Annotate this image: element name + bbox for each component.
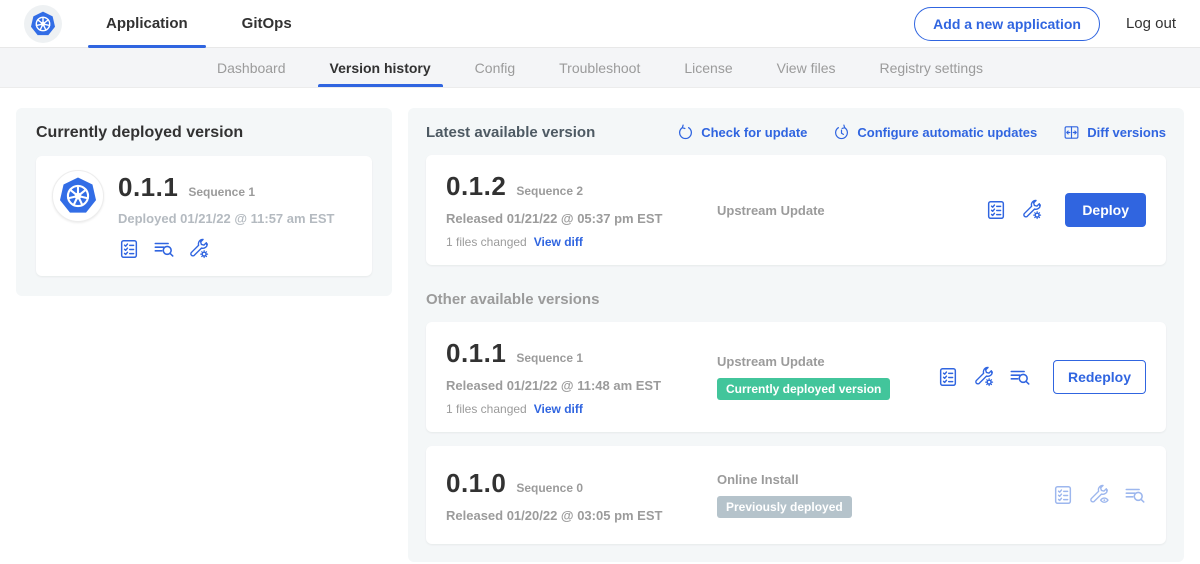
kubernetes-icon <box>29 10 57 38</box>
tab-gitops[interactable]: GitOps <box>236 0 298 47</box>
files-changed-label: 1 files changed <box>446 235 527 249</box>
preflight-checks-icon[interactable] <box>937 366 959 388</box>
main-content: Currently deployed version 0.1.1 Sequenc… <box>0 88 1200 564</box>
version-history-panel: Latest available version Check for updat… <box>408 108 1184 562</box>
view-config-icon[interactable] <box>1088 484 1110 506</box>
tab-application-label: Application <box>106 15 188 32</box>
files-changed-label: 1 files changed <box>446 402 527 416</box>
subnav-troubleshoot[interactable]: Troubleshoot <box>537 48 662 87</box>
sequence-label: Sequence 2 <box>516 184 583 198</box>
app-logo <box>24 5 62 43</box>
deployed-version-number: 0.1.1 <box>118 172 178 203</box>
currently-deployed-card: Currently deployed version 0.1.1 Sequenc… <box>16 108 392 296</box>
release-notes-icon[interactable] <box>153 238 175 260</box>
add-application-button[interactable]: Add a new application <box>914 7 1100 41</box>
kubernetes-icon <box>57 175 99 217</box>
subnav-dashboard[interactable]: Dashboard <box>195 48 308 87</box>
diff-icon <box>1063 124 1080 141</box>
deployed-timestamp: Deployed 01/21/22 @ 11:57 am EST <box>118 211 334 226</box>
deployed-app-logo <box>52 170 104 222</box>
top-header: Application GitOps Add a new application… <box>0 0 1200 48</box>
edit-config-icon[interactable] <box>973 366 995 388</box>
configure-automatic-updates-link[interactable]: Configure automatic updates <box>833 124 1037 141</box>
version-source-label: Online Install <box>717 472 1052 487</box>
header-tabs: Application GitOps <box>100 0 340 47</box>
diff-versions-link[interactable]: Diff versions <box>1063 124 1166 141</box>
redeploy-button[interactable]: Redeploy <box>1053 360 1146 394</box>
preflight-checks-icon[interactable] <box>118 238 140 260</box>
logout-button[interactable]: Log out <box>1126 15 1176 32</box>
subnav-license[interactable]: License <box>662 48 754 87</box>
subnav-version-history[interactable]: Version history <box>308 48 453 87</box>
deployed-version-card: 0.1.1 Sequence 1 Deployed 01/21/22 @ 11:… <box>36 156 372 276</box>
other-available-versions-title: Other available versions <box>426 291 1166 308</box>
version-number: 0.1.2 <box>446 171 506 202</box>
version-row-0-1-1: 0.1.1 Sequence 1 Released 01/21/22 @ 11:… <box>426 322 1166 432</box>
subnav-registry-settings[interactable]: Registry settings <box>858 48 1005 87</box>
version-row-0-1-0: 0.1.0 Sequence 0 Released 01/20/22 @ 03:… <box>426 446 1166 544</box>
latest-available-title: Latest available version <box>426 124 595 141</box>
app-subnav: Dashboard Version history Config Trouble… <box>0 48 1200 88</box>
deployed-sequence-label: Sequence 1 <box>188 185 255 199</box>
version-source-label: Upstream Update <box>717 354 937 369</box>
active-subtab-underline <box>318 84 443 87</box>
subnav-config[interactable]: Config <box>453 48 537 87</box>
active-tab-underline <box>88 45 206 48</box>
schedule-icon <box>833 124 850 141</box>
version-source-label: Upstream Update <box>717 203 985 218</box>
refresh-icon <box>677 124 694 141</box>
release-notes-icon[interactable] <box>1009 366 1031 388</box>
release-notes-icon[interactable] <box>1124 484 1146 506</box>
released-timestamp: Released 01/21/22 @ 11:48 am EST <box>446 378 711 393</box>
tab-gitops-label: GitOps <box>242 15 292 32</box>
previously-deployed-badge: Previously deployed <box>717 496 852 518</box>
version-number: 0.1.1 <box>446 338 506 369</box>
check-for-update-link[interactable]: Check for update <box>677 124 807 141</box>
version-row-0-1-2: 0.1.2 Sequence 2 Released 01/21/22 @ 05:… <box>426 155 1166 265</box>
preflight-checks-icon[interactable] <box>1052 484 1074 506</box>
currently-deployed-badge: Currently deployed version <box>717 378 890 400</box>
preflight-checks-icon[interactable] <box>985 199 1007 221</box>
version-number: 0.1.0 <box>446 468 506 499</box>
released-timestamp: Released 01/21/22 @ 05:37 pm EST <box>446 211 711 226</box>
edit-config-icon[interactable] <box>188 238 210 260</box>
sequence-label: Sequence 0 <box>516 481 583 495</box>
sequence-label: Sequence 1 <box>516 351 583 365</box>
currently-deployed-title: Currently deployed version <box>36 124 372 142</box>
view-diff-link[interactable]: View diff <box>534 402 583 416</box>
tab-application[interactable]: Application <box>100 0 194 47</box>
deploy-button[interactable]: Deploy <box>1065 193 1146 227</box>
released-timestamp: Released 01/20/22 @ 03:05 pm EST <box>446 508 711 523</box>
edit-config-icon[interactable] <box>1021 199 1043 221</box>
view-diff-link[interactable]: View diff <box>534 235 583 249</box>
subnav-view-files[interactable]: View files <box>755 48 858 87</box>
